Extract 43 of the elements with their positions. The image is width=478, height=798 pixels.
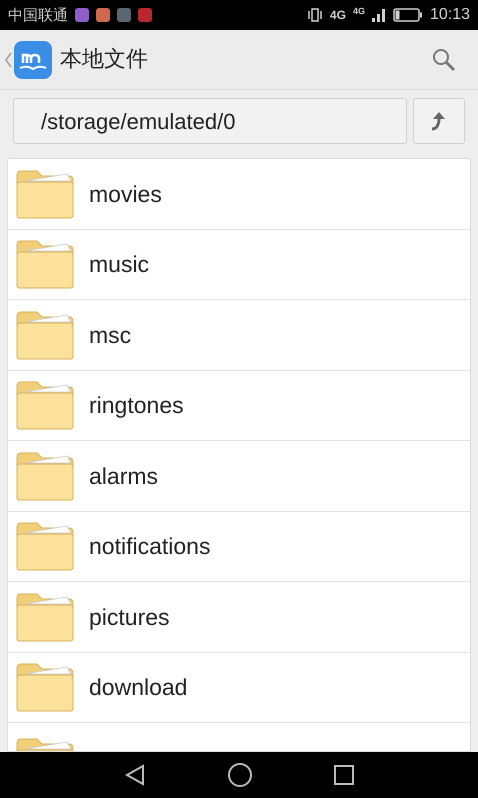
folder-row[interactable]: movies: [8, 159, 470, 230]
folder-row[interactable]: ringtones: [8, 370, 470, 441]
app-notification-icon: [96, 8, 110, 22]
screen-title: 本地文件: [60, 46, 148, 74]
folder-icon: [15, 592, 75, 642]
folder-name: pictures: [89, 602, 170, 632]
signal-icon: [372, 8, 386, 22]
folder-icon: [15, 168, 75, 219]
folder-icon: [15, 662, 75, 712]
app-logo-icon: [14, 40, 52, 78]
parent-folder-button[interactable]: [413, 98, 465, 144]
folder-row[interactable]: alarms: [8, 441, 470, 512]
folder-row[interactable]: download: [8, 652, 470, 723]
folder-name: alarms: [89, 462, 158, 490]
folder-name: msc: [89, 320, 132, 350]
app-notification-icon: [117, 8, 131, 22]
vibrate-icon: [306, 7, 323, 23]
folder-row[interactable]: pictures: [8, 582, 470, 652]
folder-icon: [15, 450, 75, 501]
network-label: 4G: [352, 5, 365, 18]
folder-icon: [15, 380, 75, 430]
battery-icon: [392, 8, 423, 22]
folder-name: ringtones: [89, 391, 184, 420]
clock-label: 10:13: [430, 5, 470, 25]
app-notification-icon: [75, 8, 89, 22]
path-field[interactable]: /storage/emulated/0: [13, 98, 407, 144]
folder-icon: [15, 239, 75, 290]
back-icon[interactable]: [123, 763, 147, 787]
app-notification-icon: [138, 8, 152, 22]
folder-name: download: [89, 673, 188, 702]
folder-name: movies: [89, 180, 162, 208]
network-label: 4G: [330, 7, 346, 24]
search-icon[interactable]: [432, 48, 456, 72]
folder-icon: [15, 310, 75, 360]
carrier-label: 中国联通: [8, 4, 68, 26]
folder-name: notifications: [89, 532, 210, 561]
folder-row[interactable]: music: [8, 230, 470, 300]
recent-apps-icon[interactable]: [333, 764, 355, 786]
folder-row[interactable]: notifications: [8, 512, 470, 582]
folder-row[interactable]: msc: [8, 300, 470, 370]
folder-name: music: [89, 250, 150, 279]
folder-icon: [15, 521, 75, 572]
home-icon[interactable]: [227, 762, 253, 788]
